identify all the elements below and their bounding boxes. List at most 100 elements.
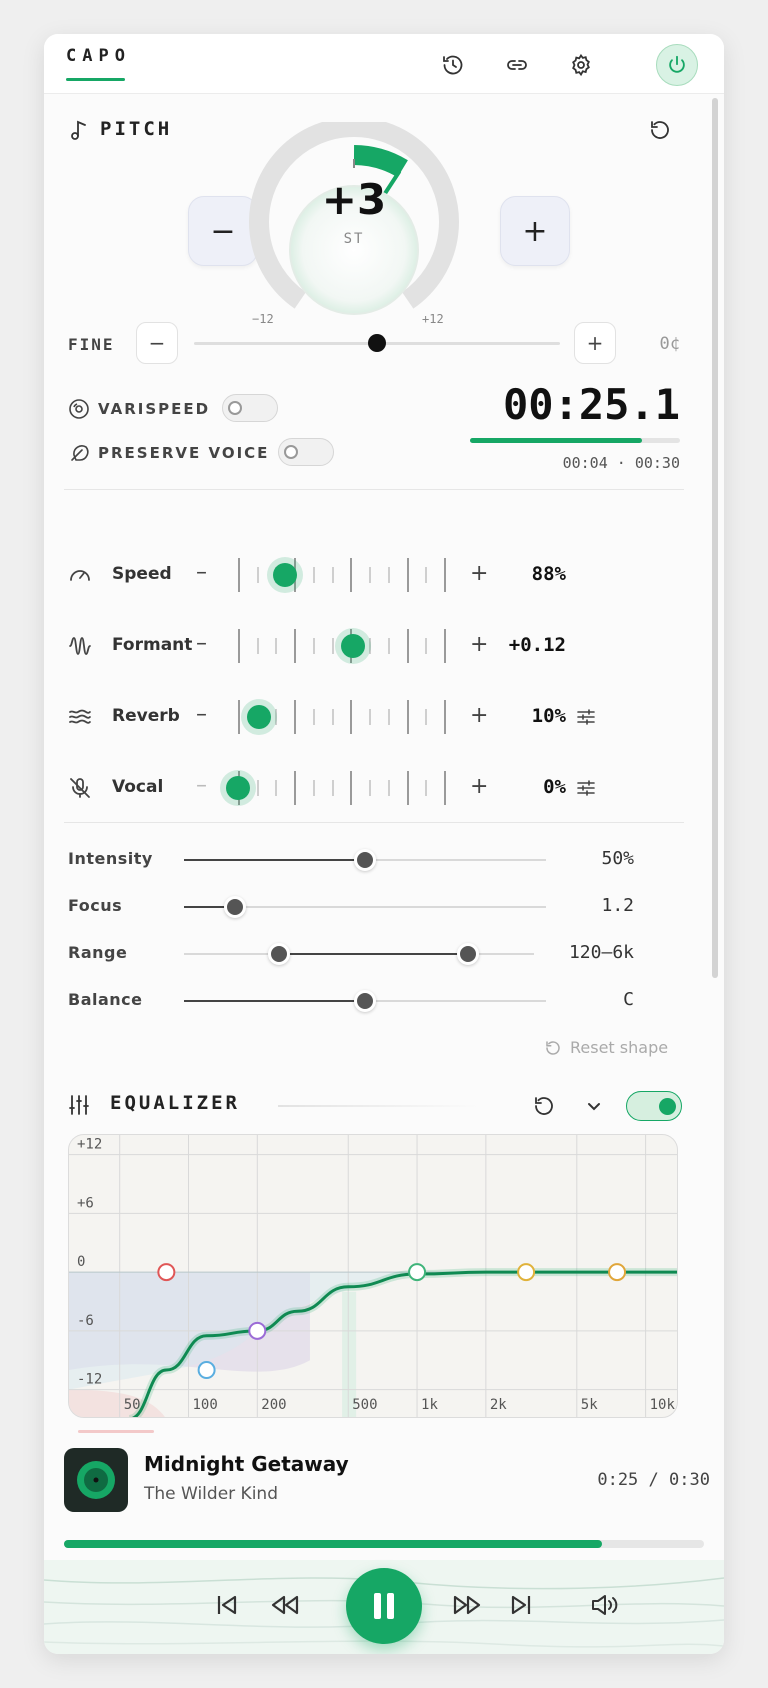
section-divider: [64, 489, 684, 490]
shape-slider-thumb[interactable]: [354, 990, 376, 1012]
fine-slider-thumb[interactable]: [368, 334, 386, 352]
eq-x-tick-label: 10k: [650, 1397, 676, 1413]
effect-tick: [238, 629, 240, 663]
pitch-min-label: −12: [252, 312, 274, 326]
equalizer-toggle[interactable]: [626, 1091, 682, 1121]
effect-label: Vocal: [112, 777, 164, 797]
pitch-unit: ST: [343, 231, 365, 247]
tune-icon[interactable]: [576, 778, 596, 798]
effect-minus-button[interactable]: –: [196, 560, 207, 585]
feather-icon: [68, 442, 90, 464]
gear-icon[interactable]: [560, 44, 602, 86]
eq-band-handle[interactable]: [197, 1361, 216, 1380]
reset-shape-icon[interactable]: [544, 1039, 562, 1057]
reset-shape-button[interactable]: Reset shape: [570, 1038, 668, 1057]
scrollbar[interactable]: [712, 98, 718, 978]
fine-minus-button[interactable]: −: [136, 322, 178, 364]
link-icon[interactable]: [496, 44, 538, 86]
chevron-down-icon[interactable]: [584, 1096, 604, 1116]
rewind-icon[interactable]: [270, 1592, 300, 1618]
pitch-value: +3: [321, 175, 387, 224]
pitch-title: PITCH: [100, 118, 173, 140]
effect-value: 88%: [531, 563, 566, 585]
tune-icon[interactable]: [576, 707, 596, 727]
effect-tick: [406, 700, 409, 734]
pitch-up-button[interactable]: +: [500, 196, 570, 266]
plugin-panel: CAPO PITCH − + +3 ST −12 +12 FINE − + 0¢…: [44, 34, 724, 1654]
reset-pitch-icon[interactable]: [648, 118, 672, 142]
effect-tick: [331, 567, 334, 583]
pause-button[interactable]: [346, 1568, 422, 1644]
range-min-thumb[interactable]: [267, 943, 290, 965]
effect-tick: [350, 771, 353, 805]
skip-forward-icon[interactable]: [508, 1592, 534, 1618]
effect-tick: [238, 700, 240, 734]
scrollbar-thumb[interactable]: [712, 98, 718, 978]
eq-band-handle[interactable]: [517, 1263, 536, 1282]
effect-tick: [256, 638, 259, 654]
track-progress-bar[interactable]: [64, 1540, 704, 1548]
skip-back-icon[interactable]: [214, 1592, 240, 1618]
effect-value: +0.12: [508, 634, 566, 656]
eq-band-handle[interactable]: [157, 1263, 176, 1282]
power-icon[interactable]: [656, 44, 698, 86]
effect-slider-thumb[interactable]: [226, 776, 250, 800]
fast-forward-icon[interactable]: [452, 1592, 482, 1618]
volume-icon[interactable]: [590, 1592, 620, 1618]
effect-label: Reverb: [112, 706, 180, 726]
shape-slider-value: 120–6k: [568, 942, 634, 963]
fine-label: FINE: [68, 335, 115, 354]
shape-slider-thumb[interactable]: [354, 849, 376, 871]
eq-x-tick-label: 100: [193, 1397, 218, 1413]
eq-x-tick-label: 500: [352, 1397, 377, 1413]
shape-slider-thumb[interactable]: [223, 896, 246, 918]
effect-label: Formant: [112, 635, 193, 655]
eq-band-handle[interactable]: [248, 1321, 267, 1340]
eq-x-tick-label: 1k: [421, 1397, 438, 1413]
range-max-thumb[interactable]: [456, 943, 479, 965]
shape-slider-label: Balance: [68, 990, 143, 1009]
effect-tick: [444, 771, 446, 805]
effect-tick: [425, 638, 428, 654]
effect-minus-button[interactable]: –: [196, 702, 207, 727]
effect-slider-thumb[interactable]: [246, 705, 271, 729]
effect-tick: [350, 558, 353, 592]
reset-eq-icon[interactable]: [532, 1094, 556, 1118]
pause-icon: [374, 1593, 394, 1619]
pitch-knob[interactable]: +3 ST −12 +12: [246, 122, 462, 362]
effect-tick: [238, 558, 240, 592]
effect-label: Speed: [112, 564, 172, 584]
effect-tick: [425, 780, 428, 796]
effect-tick: [294, 771, 297, 805]
shape-slider-fill: [278, 953, 468, 955]
equalizer-chart[interactable]: +12 +6 0 -6 -12 50 100 200 500 1k 2k 5k 10k: [68, 1134, 678, 1418]
eq-band-handle[interactable]: [608, 1263, 627, 1282]
brand-logo: CAPO: [66, 46, 131, 66]
effect-minus-button[interactable]: –: [196, 773, 207, 798]
varispeed-toggle[interactable]: [222, 394, 278, 422]
effect-tick: [312, 638, 315, 654]
effect-tick: [275, 709, 278, 725]
history-icon[interactable]: [432, 44, 474, 86]
sliders-icon: [68, 1094, 90, 1116]
effect-slider-thumb[interactable]: [341, 634, 366, 658]
effect-tick: [425, 567, 428, 583]
effect-tick: [331, 638, 334, 654]
effect-tick: [331, 780, 334, 796]
eq-band-handle[interactable]: [408, 1263, 427, 1282]
preserve-voice-label: PRESERVE VOICE: [98, 444, 270, 462]
section-divider: [64, 822, 684, 823]
track-title: Midnight Getaway: [144, 1452, 349, 1476]
shape-slider-fill: [184, 1000, 365, 1002]
shape-slider-fill: [184, 859, 365, 861]
effect-tick: [294, 700, 297, 734]
fine-plus-button[interactable]: +: [574, 322, 616, 364]
preserve-voice-toggle[interactable]: [278, 438, 334, 466]
effect-tick: [425, 709, 428, 725]
eq-x-tick-label: 5k: [581, 1397, 598, 1413]
music-note-icon: [68, 118, 90, 142]
pitch-max-label: +12: [422, 312, 444, 326]
effect-tick: [387, 567, 390, 583]
effect-minus-button[interactable]: –: [196, 631, 207, 656]
varispeed-icon: [68, 398, 90, 420]
